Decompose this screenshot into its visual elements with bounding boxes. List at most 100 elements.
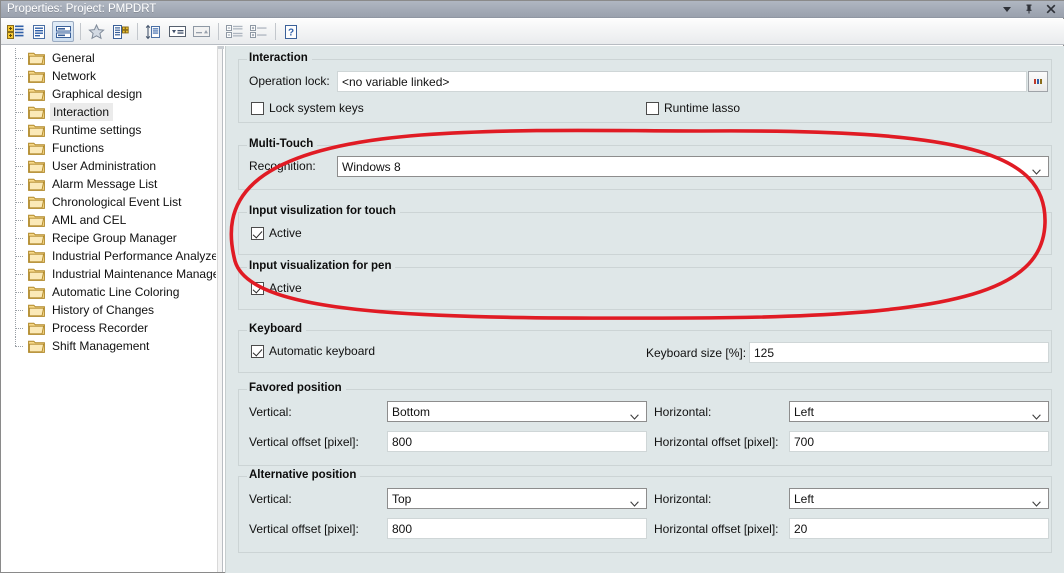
lock-system-keys-box[interactable]: [251, 101, 264, 115]
tree-connector: [12, 66, 28, 85]
folder-icon: [28, 321, 45, 335]
group-keyboard: Keyboard Automatic keyboard Keyboard siz…: [238, 323, 1052, 373]
sidebar-item-network[interactable]: Network: [2, 66, 216, 85]
sidebar-item-aml-and-cel[interactable]: AML and CEL: [2, 210, 216, 229]
tree-connector: [12, 120, 28, 139]
properties-page-button[interactable]: [28, 21, 50, 42]
favored-vertical-combobox[interactable]: Bottom: [387, 401, 647, 422]
sidebar-item-industrial-performance-analyzer[interactable]: Industrial Performance Analyzer: [2, 246, 216, 265]
folder-icon: [28, 123, 45, 137]
favored-horizontal-offset-label: Horizontal offset [pixel]:: [654, 435, 779, 449]
help-button[interactable]: ?: [280, 21, 302, 42]
title-bar: Properties: Project: PMPDRT: [1, 1, 1064, 18]
favorites-button[interactable]: [85, 21, 107, 42]
chevron-down-icon[interactable]: [630, 409, 639, 420]
touch-active-checkbox[interactable]: Active: [251, 226, 302, 240]
toolbar-separator: [80, 23, 81, 40]
folder-icon: [28, 267, 45, 281]
chevron-down-icon[interactable]: [1032, 496, 1041, 507]
folder-icon: [28, 69, 45, 83]
sidebar-item-process-recorder[interactable]: Process Recorder: [2, 318, 216, 337]
chevron-down-icon[interactable]: [1000, 3, 1013, 16]
runtime-lasso-checkbox[interactable]: Runtime lasso: [646, 101, 740, 115]
categorized-view-button[interactable]: [4, 21, 26, 42]
pin-icon[interactable]: [1022, 3, 1035, 16]
window-title: Properties: Project: PMPDRT: [7, 3, 157, 15]
settings-tree[interactable]: General Network Graphical design Interactio…: [2, 46, 217, 572]
tree-connector: [12, 84, 28, 103]
tree-scrollbar[interactable]: [217, 46, 224, 572]
favored-vertical-offset-input[interactable]: 800: [387, 431, 647, 452]
sidebar-item-interaction[interactable]: Interaction: [2, 102, 216, 121]
favored-horizontal-combobox[interactable]: Left: [789, 401, 1049, 422]
tree-connector: [12, 318, 28, 337]
sidebar-item-label: AML and CEL: [52, 213, 127, 227]
group-multitouch: Multi-Touch Recognition: Windows 8: [238, 138, 1052, 190]
collapse-all-button[interactable]: [223, 21, 245, 42]
folder-icon: [28, 159, 45, 173]
toolbar-separator: [275, 23, 276, 40]
folder-icon: [28, 339, 45, 353]
recognition-value: Windows 8: [342, 159, 401, 174]
sidebar-item-functions[interactable]: Functions: [2, 138, 216, 157]
lock-system-keys-checkbox[interactable]: Lock system keys: [251, 101, 364, 115]
automatic-keyboard-box[interactable]: [251, 344, 264, 358]
sort-descending-button[interactable]: [166, 21, 188, 42]
lock-system-keys-label: Lock system keys: [269, 101, 364, 115]
tree-scrollbar-thumb[interactable]: [218, 46, 224, 49]
group-touch-visualization-legend: Input visulization for touch: [247, 205, 400, 217]
operation-lock-label: Operation lock:: [249, 74, 330, 88]
recognition-combobox[interactable]: Windows 8: [337, 156, 1049, 177]
chevron-down-icon[interactable]: [1032, 409, 1041, 420]
group-multitouch-legend: Multi-Touch: [247, 138, 318, 150]
alternative-horizontal-combobox[interactable]: Left: [789, 488, 1049, 509]
group-interaction-legend: Interaction: [247, 52, 312, 64]
sidebar-item-label: Chronological Event List: [52, 195, 182, 209]
compare-button[interactable]: [109, 21, 131, 42]
sidebar-item-recipe-group-manager[interactable]: Recipe Group Manager: [2, 228, 216, 247]
folder-icon: [28, 105, 45, 119]
alternative-vertical-combobox[interactable]: Top: [387, 488, 647, 509]
alternative-horizontal-value: Left: [794, 491, 815, 506]
sidebar-item-runtime-settings[interactable]: Runtime settings: [2, 120, 216, 139]
alternative-horizontal-offset-input[interactable]: 20: [789, 518, 1049, 539]
alternative-vertical-offset-input[interactable]: 800: [387, 518, 647, 539]
chevron-down-icon[interactable]: [1032, 164, 1041, 175]
sidebar-item-general[interactable]: General: [2, 48, 216, 67]
expand-all-button[interactable]: [247, 21, 269, 42]
resize-height-button[interactable]: [142, 21, 164, 42]
runtime-lasso-box[interactable]: [646, 101, 659, 115]
folder-icon: [28, 87, 45, 101]
close-icon[interactable]: [1044, 3, 1057, 16]
toolbar-separator: [137, 23, 138, 40]
sidebar-item-label: Network: [52, 69, 97, 83]
sidebar-item-industrial-maintenance-manager[interactable]: Industrial Maintenance Manager: [2, 264, 216, 283]
operation-lock-input[interactable]: <no variable linked>: [337, 71, 1027, 92]
chevron-down-icon[interactable]: [630, 496, 639, 507]
sidebar-item-automatic-line-coloring[interactable]: Automatic Line Coloring: [2, 282, 216, 301]
sidebar-item-alarm-message-list[interactable]: Alarm Message List: [2, 174, 216, 193]
folder-icon: [28, 177, 45, 191]
alternative-horizontal-label: Horizontal:: [654, 492, 712, 506]
favored-horizontal-offset-input[interactable]: 700: [789, 431, 1049, 452]
tree-connector: [12, 336, 28, 355]
tree-list: General Network Graphical design Interactio…: [2, 46, 216, 355]
sidebar-item-history-of-changes[interactable]: History of Changes: [2, 300, 216, 319]
pen-active-checkbox[interactable]: Active: [251, 281, 302, 295]
grouped-view-button[interactable]: [52, 21, 74, 42]
automatic-keyboard-checkbox[interactable]: Automatic keyboard: [251, 344, 375, 358]
sidebar-item-chronological-event-list[interactable]: Chronological Event List: [2, 192, 216, 211]
touch-active-box[interactable]: [251, 226, 264, 240]
pen-active-box[interactable]: [251, 281, 264, 295]
operation-lock-browse-button[interactable]: [1028, 71, 1048, 92]
favored-vertical-label: Vertical:: [249, 405, 292, 419]
sidebar-item-shift-management[interactable]: Shift Management: [2, 336, 216, 355]
sidebar-item-user-administration[interactable]: User Administration: [2, 156, 216, 175]
window-controls: [1000, 3, 1064, 16]
keyboard-size-input[interactable]: 125: [749, 342, 1049, 363]
properties-window: Properties: Project: PMPDRT ? General Ne…: [0, 0, 1064, 573]
sidebar-item-graphical-design[interactable]: Graphical design: [2, 84, 216, 103]
group-favored-position-legend: Favored position: [247, 382, 346, 394]
toolbar: ?: [1, 19, 1064, 45]
sort-ascending-button[interactable]: [190, 21, 212, 42]
